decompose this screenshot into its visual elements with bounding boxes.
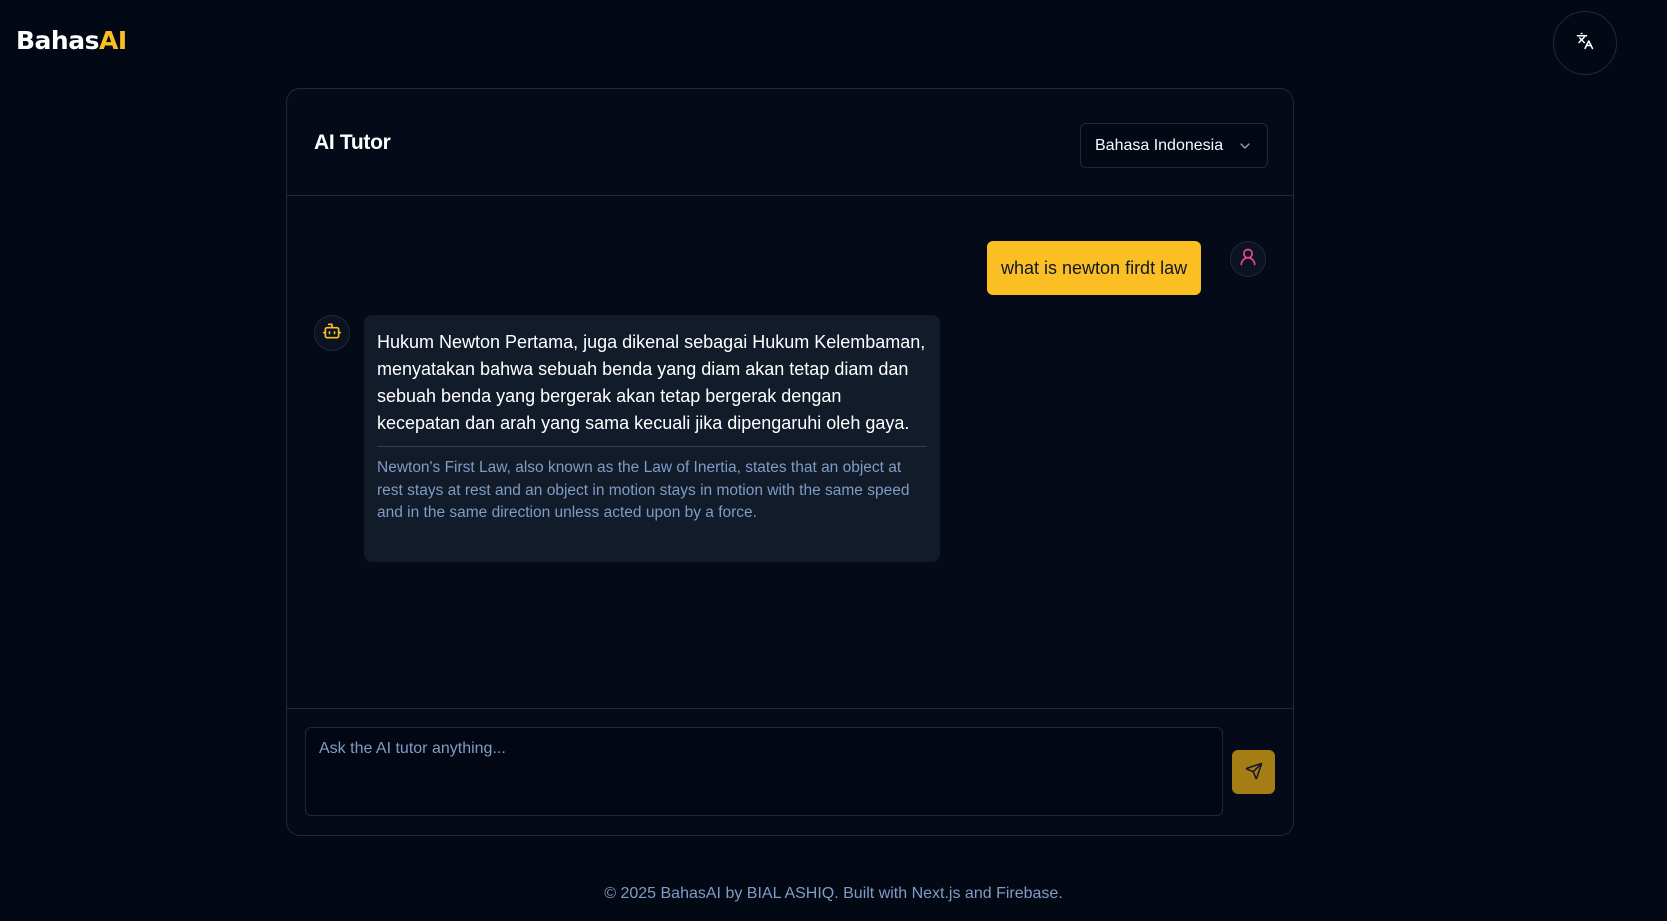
- chevron-down-icon: [1237, 138, 1253, 154]
- language-select-value: Bahasa Indonesia: [1095, 136, 1224, 154]
- user-icon: [1238, 247, 1258, 272]
- card-header: AI Tutor Bahasa Indonesia: [287, 89, 1293, 196]
- user-avatar: [1230, 241, 1266, 277]
- message-divider: [377, 446, 927, 447]
- logo-text-accent: AI: [98, 26, 127, 55]
- translate-icon: [1576, 32, 1594, 55]
- send-icon: [1245, 762, 1263, 783]
- assistant-message-translation: Newton's First Law, also known as the La…: [377, 459, 910, 521]
- translate-button[interactable]: [1553, 11, 1617, 75]
- footer-text: © 2025 BahasAI by BIAL ASHIQ. Built with…: [604, 885, 1063, 902]
- language-select[interactable]: Bahasa Indonesia: [1080, 123, 1268, 168]
- logo-text-main: Bahas: [16, 26, 99, 55]
- bot-avatar: [314, 315, 350, 351]
- bot-icon: [322, 321, 342, 346]
- assistant-message: Hukum Newton Pertama, juga dikenal sebag…: [364, 315, 940, 562]
- chat-messages[interactable]: what is newton firdt law Hukum Newton Pe…: [287, 196, 1293, 709]
- chat-input[interactable]: [305, 727, 1223, 816]
- tutor-card: AI Tutor Bahasa Indonesia what is newton…: [286, 88, 1294, 836]
- send-button[interactable]: [1232, 750, 1275, 794]
- assistant-message-text: Hukum Newton Pertama, juga dikenal sebag…: [377, 332, 926, 433]
- app-logo[interactable]: BahasAI: [16, 26, 127, 55]
- card-title: AI Tutor: [314, 131, 391, 154]
- user-message: what is newton firdt law: [987, 241, 1202, 295]
